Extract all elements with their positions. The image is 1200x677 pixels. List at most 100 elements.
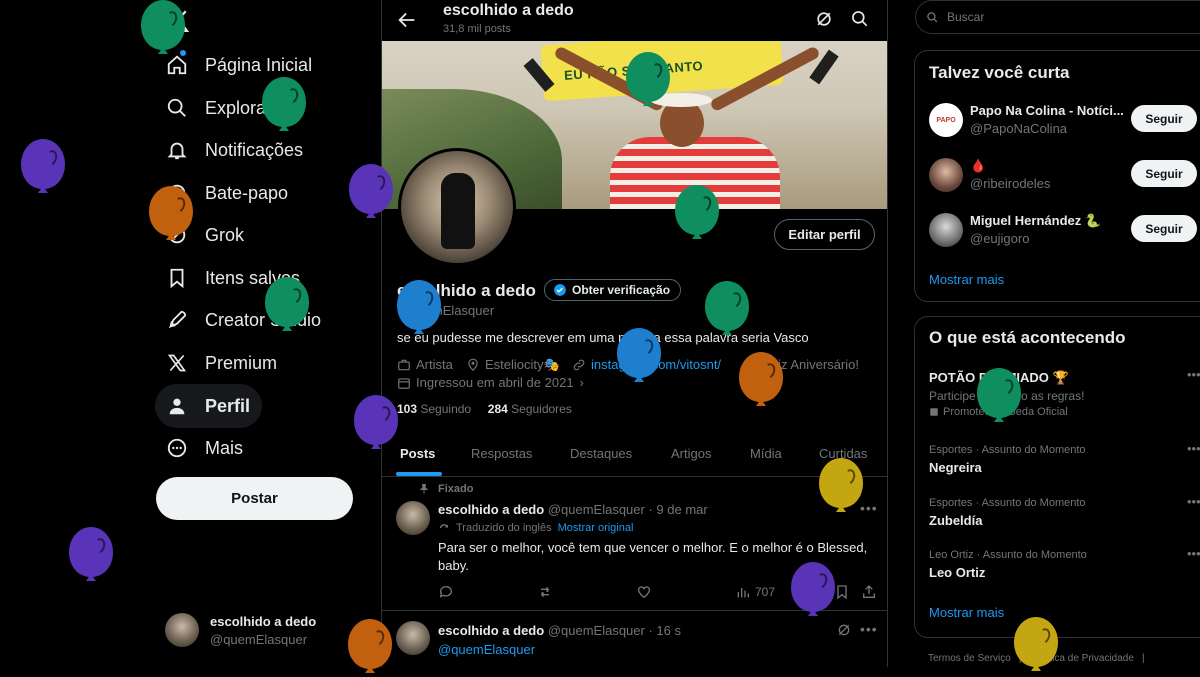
profile-avatar[interactable] xyxy=(398,148,516,266)
follow-button[interactable]: Seguir xyxy=(1131,215,1197,242)
search-icon xyxy=(927,11,938,22)
tab-articles[interactable]: Artigos xyxy=(671,446,711,461)
pin-icon xyxy=(419,484,429,494)
terms-link[interactable]: Termos de Serviço xyxy=(928,653,1011,664)
avatar[interactable] xyxy=(396,621,430,655)
suggestion-name: 🩸 xyxy=(970,158,987,173)
grok-icon xyxy=(165,223,189,247)
profile-handle: @quemElasquer xyxy=(397,303,495,318)
trend-category: Esportes · Assunto do Momento xyxy=(929,497,1086,509)
search-box[interactable] xyxy=(915,0,1200,34)
who-to-follow-card: Talvez você curta PAPO Papo Na Colina - … xyxy=(914,50,1200,302)
nav-item-premium[interactable]: Premium xyxy=(155,341,289,385)
translate-icon xyxy=(440,524,448,528)
nav-item-chat[interactable]: Bate-papo xyxy=(155,171,300,215)
tab-replies[interactable]: Respostas xyxy=(471,446,532,461)
tweet-more-icon[interactable]: ••• xyxy=(860,500,878,516)
tweet-actions: 707 xyxy=(438,584,878,602)
follow-suggestion[interactable]: Miguel Hernández 🐍 @eujigoro Seguir xyxy=(929,211,1200,251)
share-icon[interactable] xyxy=(861,584,877,600)
avatar: PAPO xyxy=(929,103,963,137)
nav-item-more[interactable]: Mais xyxy=(155,426,255,470)
post-button[interactable]: Postar xyxy=(156,477,353,520)
follow-button[interactable]: Seguir xyxy=(1131,160,1197,187)
trend-item-promoted[interactable]: POTÃO PREMIADO 🏆 Participe seguindo as r… xyxy=(929,367,1200,418)
avatar xyxy=(165,613,199,647)
profile-tabs: Posts Respostas Destaques Artigos Mídia … xyxy=(382,432,887,477)
edit-profile-button[interactable]: Editar perfil xyxy=(774,219,875,250)
views-icon[interactable]: 707 xyxy=(735,584,775,600)
nav-item-explore[interactable]: Explorar xyxy=(155,86,284,130)
profile-header: escolhido a dedo 31,8 mil posts xyxy=(382,0,887,41)
nav-item-profile[interactable]: Perfil xyxy=(155,384,263,428)
post-count: 31,8 mil posts xyxy=(443,23,511,35)
views-count: 707 xyxy=(755,585,776,599)
person-icon xyxy=(165,394,189,418)
tab-likes[interactable]: Curtidas xyxy=(819,446,867,461)
suggestion-name: Papo Na Colina - Notíci... xyxy=(970,103,1124,118)
reply-icon[interactable] xyxy=(438,584,454,600)
followers-link[interactable]: 284 Seguidores xyxy=(488,402,572,416)
get-verified-button[interactable]: Obter verificação xyxy=(544,279,682,301)
trend-subtitle: Participe seguindo as regras! xyxy=(929,389,1085,403)
tweet-more-icon[interactable]: ••• xyxy=(860,621,878,637)
trend-item[interactable]: Esportes · Assunto do Momento Zubeldía •… xyxy=(929,494,1200,528)
follow-suggestion[interactable]: PAPO Papo Na Colina - Notíci... @PapoNaC… xyxy=(929,101,1200,141)
account-handle: @quemElasquer xyxy=(210,631,308,647)
nav-item-creator-studio[interactable]: Creator Studio xyxy=(155,298,333,342)
search-icon[interactable] xyxy=(850,9,870,29)
trend-item[interactable]: Leo Ortiz · Assunto do Momento Leo Ortiz… xyxy=(929,546,1200,580)
like-icon[interactable] xyxy=(636,584,652,600)
page-title: escolhido a dedo xyxy=(443,2,574,19)
suggestion-handle: @PapoNaColina xyxy=(970,121,1068,136)
tweet-mention[interactable]: @quemElasquer xyxy=(438,641,878,659)
suggestion-name: Miguel Hernández 🐍 xyxy=(970,213,1102,228)
search-icon xyxy=(165,96,189,120)
follow-button[interactable]: Seguir xyxy=(1131,105,1197,132)
briefcase-icon xyxy=(398,359,410,370)
trend-item[interactable]: Esportes · Assunto do Momento Negreira •… xyxy=(929,441,1200,475)
trend-more-icon[interactable]: ••• xyxy=(1187,494,1200,509)
bookmark-icon[interactable] xyxy=(834,584,850,600)
show-original-link[interactable]: Mostrar original xyxy=(558,522,634,534)
x-logo-icon[interactable] xyxy=(164,8,190,34)
avatar[interactable] xyxy=(396,501,430,535)
account-switcher[interactable]: escolhido a dedo @quemElasquer xyxy=(165,613,316,647)
avatar-figure xyxy=(441,173,475,249)
nav-label: Bate-papo xyxy=(205,182,289,203)
tab-media[interactable]: Mídia xyxy=(750,446,782,461)
nav-label: Notificações xyxy=(205,139,304,160)
back-arrow-icon[interactable] xyxy=(396,9,418,31)
suggestion-handle: @ribeirodeles xyxy=(970,176,1051,191)
more-circle-icon xyxy=(165,436,189,460)
tab-posts[interactable]: Posts xyxy=(400,446,435,461)
nav-item-bookmarks[interactable]: Itens salvos xyxy=(155,256,312,300)
chevron-right-icon: › xyxy=(579,375,584,390)
following-link[interactable]: 103 Seguindo xyxy=(397,402,471,416)
x-icon xyxy=(165,351,189,375)
nav-label: Explorar xyxy=(205,97,273,118)
profile-name: escolhido a dedo xyxy=(397,281,536,300)
website-link[interactable]: instagram.com/vitosnt/ xyxy=(591,357,721,372)
search-input[interactable] xyxy=(945,9,1189,25)
trend-more-icon[interactable]: ••• xyxy=(1187,546,1200,561)
tweet[interactable]: escolhido a dedo @quemElasquer · 16 s ••… xyxy=(382,611,887,667)
balloon-icon xyxy=(743,358,753,371)
profile-website[interactable]: instagram.com/vitosnt/ xyxy=(572,357,721,372)
nav-item-grok[interactable]: Grok xyxy=(155,213,256,257)
trend-more-icon[interactable]: ••• xyxy=(1187,441,1200,456)
show-more-link[interactable]: Mostrar mais xyxy=(929,272,1004,287)
nav-item-notifications[interactable]: Notificações xyxy=(155,128,315,172)
footer-links: Termos de Serviço | Política de Privacida… xyxy=(928,653,1145,664)
profile-category: Artista xyxy=(397,357,453,372)
show-more-link[interactable]: Mostrar mais xyxy=(929,605,1004,620)
trend-category: Esportes · Assunto do Momento xyxy=(929,444,1086,456)
tab-highlights[interactable]: Destaques xyxy=(570,446,632,461)
banner-figure xyxy=(610,137,780,209)
grok-icon[interactable] xyxy=(814,9,834,29)
grok-icon[interactable] xyxy=(836,622,856,642)
follow-suggestion[interactable]: 🩸 @ribeirodeles Seguir xyxy=(929,156,1200,196)
privacy-link[interactable]: Política de Privacidade xyxy=(1032,653,1134,664)
trend-more-icon[interactable]: ••• xyxy=(1187,367,1200,382)
repost-icon[interactable] xyxy=(537,584,553,600)
